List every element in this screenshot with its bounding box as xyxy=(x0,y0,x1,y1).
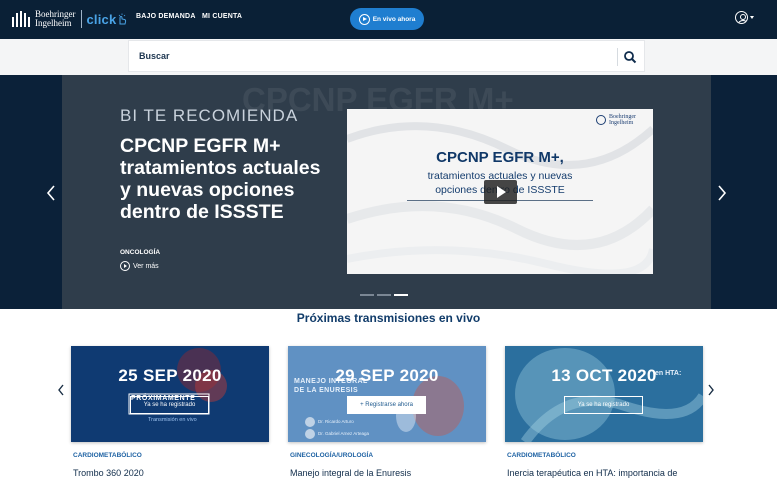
event-card[interactable]: MANEJO INTEGRAL DE LA ENURESIS Dr. Ricar… xyxy=(288,346,486,442)
chevron-right-icon[interactable] xyxy=(707,383,715,397)
top-navigation-bar: Boehringer Ingelheim click BAJO DEMANDA … xyxy=(0,0,777,39)
carousel-dot[interactable] xyxy=(360,294,374,296)
event-category: CARDIOMETABÓLICO xyxy=(507,452,576,459)
pointer-hand-icon xyxy=(119,13,127,25)
event-date: 25 SEP 2020 xyxy=(118,366,222,385)
carousel-dot-active[interactable] xyxy=(394,294,408,296)
chevron-left-icon xyxy=(46,185,55,201)
registered-button[interactable]: Ya se ha registrado xyxy=(130,396,209,414)
video-play-button[interactable] xyxy=(484,180,517,204)
chevron-down-icon xyxy=(750,16,754,19)
nav-my-account[interactable]: MI CUENTA xyxy=(202,13,242,20)
brand-logo[interactable]: Boehringer Ingelheim click xyxy=(10,7,127,31)
hero-title: CPCNP EGFR M+ tratamientos actuales y nu… xyxy=(120,135,321,223)
brand-product-name: click xyxy=(86,11,117,27)
carousel-next-button[interactable] xyxy=(715,183,729,203)
video-title: CPCNP EGFR M+, xyxy=(436,149,564,166)
event-overlay-text: DE LA ENURESIS xyxy=(294,387,359,394)
brand-divider xyxy=(80,10,82,28)
event-overlay-text: Dr. Gabriel Arnez Arteaga xyxy=(318,431,370,436)
chevron-right-icon xyxy=(718,185,727,201)
see-more-label: Ver más xyxy=(133,262,159,270)
play-circle-icon xyxy=(120,261,130,271)
event-category: GINECOLOGÍA/UROLOGÍA xyxy=(290,452,374,459)
brand-name: Boehringer Ingelheim xyxy=(35,9,76,28)
boehringer-logo-icon xyxy=(596,115,606,125)
registered-button[interactable]: Ya se ha registrado xyxy=(564,396,643,414)
play-circle-icon xyxy=(358,13,370,25)
upcoming-section-title: Próximas transmisiones en vivo xyxy=(296,311,481,325)
register-now-button[interactable]: + Registrarse ahora xyxy=(347,396,426,414)
hero-kicker: BI TE RECOMIENDA xyxy=(120,106,299,125)
chevron-left-icon[interactable] xyxy=(57,383,65,397)
video-player[interactable]: Boehringer Ingelheim CPCNP EGFR M+, trat… xyxy=(347,109,653,274)
video-brand-logo: Boehringer Ingelheim xyxy=(596,114,636,126)
event-date: 13 OCT 2020 xyxy=(551,366,657,385)
search-input[interactable]: Buscar xyxy=(128,40,645,72)
live-now-button[interactable]: En vivo ahora xyxy=(350,8,424,30)
search-placeholder: Buscar xyxy=(139,51,170,61)
user-menu[interactable] xyxy=(735,11,754,24)
nav-on-demand[interactable]: BAJO DEMANDA xyxy=(136,13,196,20)
carousel-indicators xyxy=(360,294,408,296)
see-more-link[interactable]: Ver más xyxy=(120,261,159,271)
event-card[interactable]: en HTA: 13 OCT 2020 Ya se ha registrado xyxy=(505,346,703,442)
event-card-image xyxy=(288,346,486,442)
search-divider xyxy=(617,48,618,66)
event-card-image xyxy=(71,346,269,442)
carousel-dot[interactable] xyxy=(377,294,391,296)
user-icon xyxy=(735,11,748,24)
hero-slide: CPCNP EGFR M+ BI TE RECOMIENDA CPCNP EGF… xyxy=(62,75,711,309)
event-card[interactable]: PRÓXIMAMENTE Transmisión en vivo 25 SEP … xyxy=(71,346,269,442)
hero-carousel: CPCNP EGFR M+ BI TE RECOMIENDA CPCNP EGF… xyxy=(0,75,777,309)
carousel-prev-button[interactable] xyxy=(44,183,58,203)
event-date: 29 SEP 2020 xyxy=(335,366,439,385)
event-category: CARDIOMETABÓLICO xyxy=(73,452,142,459)
event-overlay-text: Dr. Ricardo Arturo xyxy=(318,419,354,424)
live-now-label: En vivo ahora xyxy=(372,15,416,23)
event-card-image xyxy=(505,346,703,442)
hero-category-tag: ONCOLOGÍA xyxy=(120,249,161,256)
event-overlay-text: Transmisión en vivo xyxy=(148,417,197,423)
boehringer-logo-icon xyxy=(10,9,32,29)
search-icon[interactable] xyxy=(623,50,637,64)
